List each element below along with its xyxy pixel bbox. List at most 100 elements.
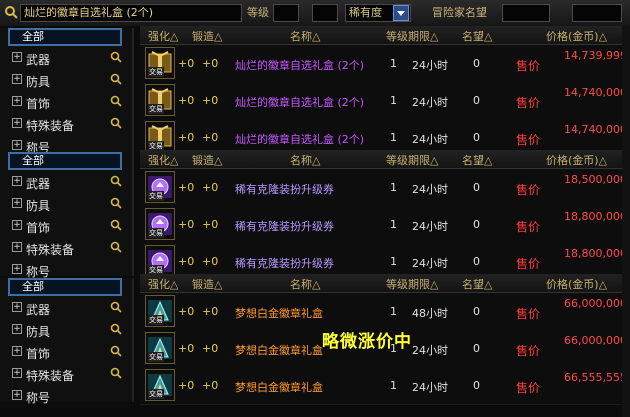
item-name[interactable]: 灿烂的徽章自选礼盒 (2个) bbox=[235, 131, 364, 147]
expand-plus-icon[interactable]: + bbox=[12, 52, 22, 62]
category-item[interactable]: + 特殊装备 bbox=[8, 238, 126, 258]
header-price[interactable]: 价格(金币)△ bbox=[546, 276, 607, 292]
item-name[interactable]: 灿烂的徽章自选礼盒 (2个) bbox=[235, 94, 364, 110]
category-item[interactable]: + 武器 bbox=[8, 48, 126, 68]
table-row[interactable]: 交易 +0 +0 灿烂的徽章自选礼盒 (2个) 1 24小时 0 售价 14,740,000 bbox=[140, 82, 630, 120]
expand-plus-icon[interactable]: + bbox=[12, 324, 22, 334]
header-name[interactable]: 名称△ bbox=[290, 276, 320, 292]
table-row[interactable]: 交易 +0 +0 稀有克隆装扮升级券 1 24小时 0 售价 18,500,000 bbox=[140, 169, 630, 207]
header-fame[interactable]: 名望△ bbox=[462, 276, 492, 292]
gift-box-icon[interactable]: 交易 bbox=[145, 84, 175, 116]
upgrade-ticket-icon[interactable]: 交易 bbox=[145, 171, 175, 203]
category-sidebar: 全部 + 武器 + 防具 + 首饰 + 特殊装备 + 称号 bbox=[0, 28, 134, 155]
magnifier-icon[interactable] bbox=[110, 323, 122, 335]
magnifier-icon[interactable] bbox=[110, 367, 122, 379]
magnifier-icon[interactable] bbox=[110, 175, 122, 187]
header-price[interactable]: 价格(金币)△ bbox=[546, 152, 607, 168]
platinum-badge-box-icon[interactable]: 交易 bbox=[145, 332, 175, 364]
item-name[interactable]: 梦想白金徽章礼盒 bbox=[235, 342, 323, 358]
category-item[interactable]: + 武器 bbox=[8, 172, 126, 192]
platinum-badge-box-icon[interactable]: 交易 bbox=[145, 369, 175, 401]
rarity-select[interactable]: 稀有度 bbox=[345, 4, 411, 22]
category-all[interactable]: 全部 bbox=[8, 152, 122, 170]
gift-box-icon[interactable]: 交易 bbox=[145, 47, 175, 79]
category-item[interactable]: + 称号 bbox=[8, 260, 126, 280]
item-name[interactable]: 灿烂的徽章自选礼盒 (2个) bbox=[235, 57, 364, 73]
category-item[interactable]: + 首饰 bbox=[8, 216, 126, 236]
table-row[interactable]: 交易 +0 +0 灿烂的徽章自选礼盒 (2个) 1 24小时 0 售价 14,739,999 bbox=[140, 45, 630, 83]
chevron-down-icon[interactable] bbox=[393, 5, 409, 21]
category-item[interactable]: + 称号 bbox=[8, 386, 126, 406]
table-row[interactable]: 交易 +0 +0 梦想白金徽章礼盒 1 24小时 0 售价 66,555,555 bbox=[140, 367, 630, 405]
scrollbar[interactable] bbox=[622, 26, 630, 417]
header-forge[interactable]: 锻造△ bbox=[192, 152, 222, 168]
expand-plus-icon[interactable]: + bbox=[12, 346, 22, 356]
sell-label: 售价 bbox=[516, 59, 541, 73]
header-level[interactable]: 等级期限△ bbox=[386, 276, 438, 292]
category-item[interactable]: + 特殊装备 bbox=[8, 114, 126, 134]
search-input[interactable]: 灿烂的徽章自选礼盒 (2个) bbox=[20, 4, 242, 22]
magnifier-icon[interactable] bbox=[110, 73, 122, 85]
magnifier-icon[interactable] bbox=[110, 117, 122, 129]
header-enhance[interactable]: 强化△ bbox=[148, 276, 178, 292]
category-item[interactable]: + 武器 bbox=[8, 298, 126, 318]
item-name[interactable]: 稀有克隆装扮升级券 bbox=[235, 218, 334, 234]
header-enhance[interactable]: 强化△ bbox=[148, 152, 178, 168]
category-item[interactable]: + 防具 bbox=[8, 194, 126, 214]
category-item[interactable]: + 防具 bbox=[8, 320, 126, 340]
category-sidebar: 全部 + 武器 + 防具 + 首饰 + 特殊装备 + 称号 bbox=[0, 278, 134, 405]
expand-plus-icon[interactable]: + bbox=[12, 302, 22, 312]
magnifier-icon[interactable] bbox=[110, 241, 122, 253]
header-fame[interactable]: 名望△ bbox=[462, 152, 492, 168]
expand-plus-icon[interactable]: + bbox=[12, 264, 22, 274]
expand-plus-icon[interactable]: + bbox=[12, 390, 22, 400]
header-price[interactable]: 价格(金币)△ bbox=[546, 28, 607, 44]
magnifier-icon[interactable] bbox=[110, 95, 122, 107]
header-forge[interactable]: 锻造△ bbox=[192, 276, 222, 292]
expand-plus-icon[interactable]: + bbox=[12, 368, 22, 378]
category-item[interactable]: + 特殊装备 bbox=[8, 364, 126, 384]
expand-plus-icon[interactable]: + bbox=[12, 220, 22, 230]
expand-plus-icon[interactable]: + bbox=[12, 176, 22, 186]
expand-plus-icon[interactable]: + bbox=[12, 118, 22, 128]
table-row[interactable]: 交易 +0 +0 稀有克隆装扮升级券 1 24小时 0 售价 18,800,000 bbox=[140, 206, 630, 244]
category-item[interactable]: + 首饰 bbox=[8, 92, 126, 112]
level-min-input[interactable] bbox=[273, 4, 299, 22]
category-label: 特殊装备 bbox=[26, 369, 75, 383]
header-fame[interactable]: 名望△ bbox=[462, 28, 492, 44]
expand-plus-icon[interactable]: + bbox=[12, 140, 22, 150]
search-icon[interactable] bbox=[4, 5, 18, 19]
gift-box-icon[interactable]: 交易 bbox=[145, 121, 175, 153]
expand-plus-icon[interactable]: + bbox=[12, 74, 22, 84]
header-level[interactable]: 等级期限△ bbox=[386, 28, 438, 44]
table-row[interactable]: 交易 +0 +0 梦想白金徽章礼盒 1 48小时 0 售价 66,000,000 bbox=[140, 293, 630, 331]
magnifier-icon[interactable] bbox=[110, 219, 122, 231]
header-enhance[interactable]: 强化△ bbox=[148, 28, 178, 44]
item-name[interactable]: 梦想白金徽章礼盒 bbox=[235, 305, 323, 321]
category-all[interactable]: 全部 bbox=[8, 28, 122, 46]
item-name[interactable]: 稀有克隆装扮升级券 bbox=[235, 181, 334, 197]
header-level[interactable]: 等级期限△ bbox=[386, 152, 438, 168]
platinum-badge-box-icon[interactable]: 交易 bbox=[145, 295, 175, 327]
header-forge[interactable]: 锻造△ bbox=[192, 28, 222, 44]
header-name[interactable]: 名称△ bbox=[290, 152, 320, 168]
category-all[interactable]: 全部 bbox=[8, 278, 122, 296]
category-item[interactable]: + 首饰 bbox=[8, 342, 126, 362]
upgrade-ticket-icon[interactable]: 交易 bbox=[145, 245, 175, 277]
magnifier-icon[interactable] bbox=[110, 345, 122, 357]
item-name[interactable]: 稀有克隆装扮升级券 bbox=[235, 255, 334, 271]
level-max-input[interactable] bbox=[312, 4, 338, 22]
header-name[interactable]: 名称△ bbox=[290, 28, 320, 44]
category-item[interactable]: + 防具 bbox=[8, 70, 126, 90]
expand-plus-icon[interactable]: + bbox=[12, 96, 22, 106]
magnifier-icon[interactable] bbox=[110, 301, 122, 313]
upgrade-ticket-icon[interactable]: 交易 bbox=[145, 208, 175, 240]
expand-plus-icon[interactable]: + bbox=[12, 242, 22, 252]
expand-plus-icon[interactable]: + bbox=[12, 198, 22, 208]
time-value: 24小时 bbox=[412, 183, 448, 196]
item-name[interactable]: 梦想白金徽章礼盒 bbox=[235, 379, 323, 395]
magnifier-icon[interactable] bbox=[110, 51, 122, 63]
fame-min-input[interactable] bbox=[502, 4, 550, 22]
fame-max-input[interactable] bbox=[572, 4, 622, 22]
magnifier-icon[interactable] bbox=[110, 197, 122, 209]
